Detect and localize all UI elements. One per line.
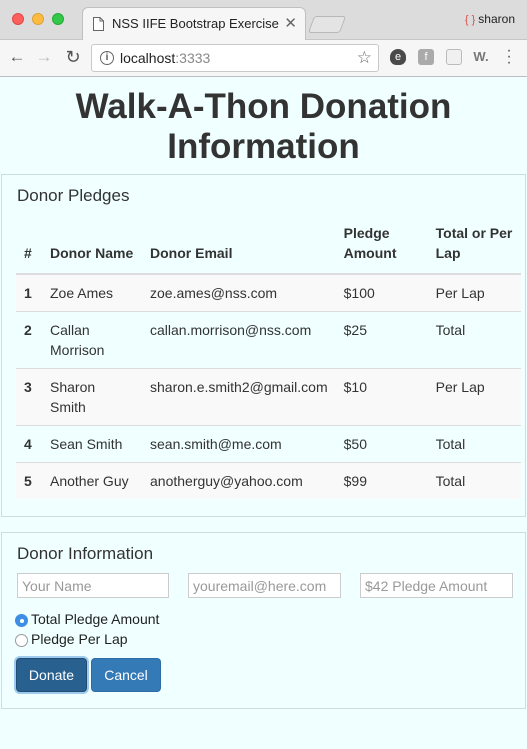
table-row: 3 Sharon Smith sharon.e.smith2@gmail.com… bbox=[16, 368, 521, 426]
page-content: Walk-A-Thon Donation Information Donor P… bbox=[0, 77, 527, 749]
donor-email: anotherguy@yahoo.com bbox=[142, 462, 336, 499]
new-tab-button[interactable] bbox=[307, 16, 347, 33]
document-icon bbox=[93, 17, 104, 31]
pledge-amount-input[interactable] bbox=[360, 573, 513, 598]
pledge-type: Per Lap bbox=[427, 368, 521, 426]
menu-dots-icon[interactable]: · · · bbox=[502, 43, 516, 71]
radio-per-lap-label: Pledge Per Lap bbox=[31, 631, 128, 647]
pledge-type: Total bbox=[427, 425, 521, 463]
column-header-number: # bbox=[16, 215, 42, 275]
cancel-button[interactable]: Cancel bbox=[91, 658, 161, 692]
browser-toolbar: ← → ↻ i localhost:3333 ☆ e f W. · · · bbox=[0, 40, 527, 77]
donor-email: sharon.e.smith2@gmail.com bbox=[142, 368, 336, 426]
row-number: 5 bbox=[16, 462, 42, 499]
pledge-type: Per Lap bbox=[427, 273, 521, 312]
row-number: 3 bbox=[16, 368, 42, 426]
info-icon[interactable]: i bbox=[100, 51, 114, 65]
url-port: :3333 bbox=[175, 50, 211, 66]
address-bar[interactable]: i localhost:3333 ☆ bbox=[91, 44, 379, 72]
pledge-amount: $100 bbox=[335, 273, 428, 312]
donor-info-heading: Donor Information bbox=[17, 544, 154, 563]
back-arrow-icon[interactable]: ← bbox=[6, 46, 28, 68]
column-header-type: Total or Per Lap bbox=[427, 215, 521, 275]
table-header-row: # Donor Name Donor Email Pledge Amount T… bbox=[16, 215, 521, 275]
pledge-amount: $50 bbox=[335, 425, 428, 463]
table-row: 1 Zoe Ames zoe.ames@nss.com $100 Per Lap bbox=[16, 273, 521, 312]
browser-tab[interactable]: NSS IIFE Bootstrap Exercise ✕ bbox=[82, 7, 306, 40]
pledge-type: Total bbox=[427, 311, 521, 369]
f-extension-icon[interactable]: f bbox=[418, 49, 434, 65]
radio-button-checked[interactable] bbox=[15, 614, 28, 627]
column-header-amount: Pledge Amount bbox=[335, 215, 428, 275]
profile-button[interactable]: { } sharon bbox=[465, 12, 515, 26]
donor-name-input[interactable] bbox=[17, 573, 169, 598]
donor-name: Zoe Ames bbox=[42, 273, 142, 312]
table-row: 2 Callan Morrison callan.morrison@nss.co… bbox=[16, 311, 521, 369]
donor-name: Another Guy bbox=[42, 462, 142, 499]
url-host: localhost bbox=[120, 50, 176, 66]
donor-name: Sean Smith bbox=[42, 425, 142, 463]
donor-email: sean.smith@me.com bbox=[142, 425, 336, 463]
profile-icon: { } bbox=[464, 14, 476, 26]
tab-title: NSS IIFE Bootstrap Exercise bbox=[112, 16, 279, 31]
pledge-amount: $99 bbox=[335, 462, 428, 499]
row-number: 4 bbox=[16, 425, 42, 463]
donate-button[interactable]: Donate bbox=[16, 658, 87, 692]
window-close-button[interactable] bbox=[12, 13, 24, 25]
url-text: localhost:3333 bbox=[120, 50, 210, 66]
donor-name: Callan Morrison bbox=[42, 311, 142, 369]
reload-icon[interactable]: ↻ bbox=[62, 46, 84, 68]
row-number: 1 bbox=[16, 273, 42, 312]
tab-strip: NSS IIFE Bootstrap Exercise ✕ { } sharon bbox=[0, 0, 527, 40]
column-header-email: Donor Email bbox=[142, 215, 336, 275]
evernote-extension-icon[interactable]: e bbox=[390, 49, 406, 65]
pledges-table: # Donor Name Donor Email Pledge Amount T… bbox=[16, 215, 521, 499]
donor-pledges-panel: Donor Pledges # Donor Name Donor Email P… bbox=[1, 174, 526, 517]
w-extension-icon[interactable]: W. bbox=[470, 49, 492, 65]
donor-name: Sharon Smith bbox=[42, 368, 142, 426]
donor-email: callan.morrison@nss.com bbox=[142, 311, 336, 369]
radio-total-pledge[interactable]: Total Pledge Amount bbox=[15, 611, 159, 627]
row-number: 2 bbox=[16, 311, 42, 369]
column-header-name: Donor Name bbox=[42, 215, 142, 275]
table-row: 4 Sean Smith sean.smith@me.com $50 Total bbox=[16, 425, 521, 463]
donor-email-input[interactable] bbox=[188, 573, 341, 598]
table-row: 5 Another Guy anotherguy@yahoo.com $99 T… bbox=[16, 462, 521, 499]
pledge-amount: $10 bbox=[335, 368, 428, 426]
pledge-amount: $25 bbox=[335, 311, 428, 369]
browser-chrome: NSS IIFE Bootstrap Exercise ✕ { } sharon … bbox=[0, 0, 527, 77]
window-minimize-button[interactable] bbox=[32, 13, 44, 25]
forward-arrow-icon[interactable]: → bbox=[33, 46, 55, 68]
page-title: Walk-A-Thon Donation Information bbox=[75, 87, 452, 166]
extension-box-icon[interactable] bbox=[446, 49, 462, 65]
close-tab-icon[interactable]: ✕ bbox=[284, 14, 297, 32]
pledges-heading: Donor Pledges bbox=[17, 186, 130, 205]
window-zoom-button[interactable] bbox=[52, 13, 64, 25]
radio-total-label: Total Pledge Amount bbox=[31, 611, 160, 627]
donor-email: zoe.ames@nss.com bbox=[142, 273, 336, 312]
bookmark-star-icon[interactable]: ☆ bbox=[357, 48, 372, 68]
donor-information-panel: Donor Information Total Pledge Amount Pl… bbox=[1, 532, 526, 709]
radio-button-unchecked[interactable] bbox=[15, 634, 28, 647]
profile-name: sharon bbox=[478, 12, 515, 26]
pledge-type: Total bbox=[427, 462, 521, 499]
radio-pledge-per-lap[interactable]: Pledge Per Lap bbox=[15, 631, 128, 647]
